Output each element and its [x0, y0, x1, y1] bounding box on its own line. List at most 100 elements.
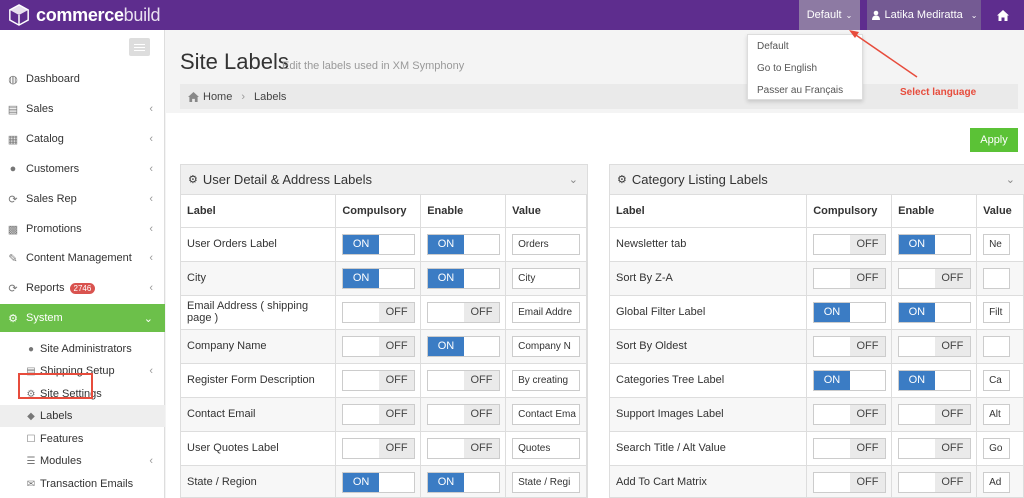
enable-toggle[interactable]: OFF [898, 267, 972, 289]
enable-toggle[interactable]: ON [427, 267, 501, 289]
table-row: Contact Email OFF OFF [181, 397, 587, 432]
label-value-input[interactable] [512, 369, 581, 391]
dashboard-icon: ◍ [8, 73, 18, 86]
sidebar-item-content-management[interactable]: ✎ Content Management ‹ [0, 244, 165, 272]
table-row: City ON ON [181, 261, 587, 296]
compulsory-cell: OFF [806, 397, 893, 432]
sidebar-item-catalog[interactable]: ▦ Catalog ‹ [0, 125, 165, 153]
sidebar-subitem-labels[interactable]: ◆ Labels [0, 405, 165, 427]
value-cell [505, 465, 587, 497]
sidebar-item-customers[interactable]: ● Customers ‹ [0, 155, 165, 183]
label-value-input[interactable] [983, 471, 1011, 493]
sidebar-item-promotions[interactable]: ▩ Promotions ‹ [0, 215, 165, 243]
label-value-input[interactable] [983, 233, 1011, 255]
enable-toggle[interactable]: OFF [898, 437, 972, 459]
enable-toggle[interactable]: ON [427, 471, 501, 493]
compulsory-cell: OFF [806, 261, 893, 296]
compulsory-toggle[interactable]: ON [813, 301, 887, 323]
sidebar-item-sales[interactable]: ▤ Sales ‹ [0, 95, 165, 123]
label-value-input[interactable] [512, 437, 581, 459]
sidebar-item-sales-rep[interactable]: ⟳ Sales Rep ‹ [0, 185, 165, 213]
compulsory-toggle[interactable]: ON [342, 471, 416, 493]
compulsory-toggle[interactable]: OFF [813, 267, 887, 289]
toggle-on-label: ON [899, 370, 935, 390]
enable-cell: OFF [891, 431, 978, 466]
toggle-on-label: ON [814, 370, 850, 390]
chevron-left-icon: ‹ [149, 133, 153, 145]
enable-toggle[interactable]: ON [898, 369, 972, 391]
compulsory-toggle[interactable]: OFF [813, 403, 887, 425]
column-header-value: Value [976, 195, 1024, 228]
compulsory-toggle[interactable]: ON [342, 233, 416, 255]
enable-toggle[interactable]: OFF [898, 335, 972, 357]
column-header-label: Label [181, 195, 337, 228]
compulsory-toggle[interactable]: OFF [813, 335, 887, 357]
label-value-input[interactable] [983, 335, 1011, 357]
sidebar-subitem-label: Modules [40, 455, 82, 467]
label-value-input[interactable] [983, 267, 1011, 289]
label-value-input[interactable] [983, 369, 1011, 391]
sidebar-subitem-site-administrators[interactable]: ● Site Administrators [0, 338, 165, 360]
sidebar-toggle-button[interactable] [129, 38, 150, 56]
home-button[interactable] [981, 0, 1024, 30]
label-value-input[interactable] [512, 335, 581, 357]
enable-toggle[interactable]: OFF [427, 437, 501, 459]
enable-toggle[interactable]: ON [427, 233, 501, 255]
toggle-off-label: OFF [849, 472, 886, 492]
table-row: Company Name OFF ON [181, 329, 587, 364]
collapse-icon[interactable]: ⌄ [569, 173, 578, 186]
sidebar-subitem-transaction-emails[interactable]: ✉ Transaction Emails [0, 473, 165, 495]
enable-toggle[interactable]: OFF [898, 471, 972, 493]
toggle-off-label: OFF [463, 404, 500, 424]
compulsory-toggle[interactable]: OFF [342, 403, 416, 425]
label-value-input[interactable] [512, 233, 581, 255]
label-value-input[interactable] [512, 403, 581, 425]
sidebar-subitem-modules[interactable]: ☰ Modules ‹ [0, 450, 165, 472]
collapse-icon[interactable]: ⌄ [1006, 173, 1015, 186]
value-cell [505, 363, 587, 398]
toggle-off-label: OFF [378, 302, 415, 322]
chevron-left-icon: ‹ [149, 455, 153, 467]
breadcrumb-home-link[interactable]: Home [203, 91, 232, 103]
enable-toggle[interactable]: OFF [427, 301, 501, 323]
sidebar-item-reports[interactable]: ⟳ Reports 2746 ‹ [0, 274, 165, 302]
enable-toggle[interactable]: OFF [427, 403, 501, 425]
label-value-input[interactable] [983, 437, 1011, 459]
compulsory-toggle[interactable]: OFF [342, 335, 416, 357]
label-value-input[interactable] [512, 471, 581, 493]
sidebar-item-system[interactable]: ⚙ System ⌄ [0, 304, 165, 332]
compulsory-toggle[interactable]: OFF [813, 437, 887, 459]
table-row: Search Title / Alt Value OFF OFF [610, 431, 1024, 466]
sidebar-item-label: Catalog [26, 133, 64, 145]
sidebar-item-dashboard[interactable]: ◍ Dashboard [0, 65, 165, 93]
value-cell [505, 431, 587, 466]
panel-title: Category Listing Labels [631, 172, 768, 187]
sidebar-item-label: Dashboard [26, 73, 80, 85]
apply-button[interactable]: Apply [970, 128, 1018, 152]
compulsory-toggle[interactable]: OFF [342, 301, 416, 323]
compulsory-toggle[interactable]: OFF [813, 471, 887, 493]
enable-cell: OFF [420, 397, 507, 432]
value-cell [505, 397, 587, 432]
enable-toggle[interactable]: ON [898, 301, 972, 323]
enable-toggle[interactable]: OFF [898, 403, 972, 425]
enable-toggle[interactable]: ON [427, 335, 501, 357]
label-value-input[interactable] [512, 267, 581, 289]
row-label: Contact Email [181, 397, 337, 432]
compulsory-cell: ON [335, 261, 422, 296]
enable-toggle[interactable]: ON [898, 233, 972, 255]
sidebar-subitem-features[interactable]: ☐ Features [0, 428, 165, 450]
brand-logo[interactable]: commercebuild [8, 3, 160, 27]
compulsory-toggle[interactable]: ON [813, 369, 887, 391]
compulsory-toggle[interactable]: OFF [342, 369, 416, 391]
compulsory-toggle[interactable]: ON [342, 267, 416, 289]
label-value-input[interactable] [983, 301, 1011, 323]
label-value-input[interactable] [983, 403, 1011, 425]
sidebar-subitem-label: Transaction Emails [40, 478, 134, 490]
compulsory-cell: OFF [335, 431, 422, 466]
compulsory-toggle[interactable]: OFF [813, 233, 887, 255]
compulsory-toggle[interactable]: OFF [342, 437, 416, 459]
enable-toggle[interactable]: OFF [427, 369, 501, 391]
refresh-icon: ⟳ [8, 193, 18, 206]
label-value-input[interactable] [512, 301, 581, 323]
